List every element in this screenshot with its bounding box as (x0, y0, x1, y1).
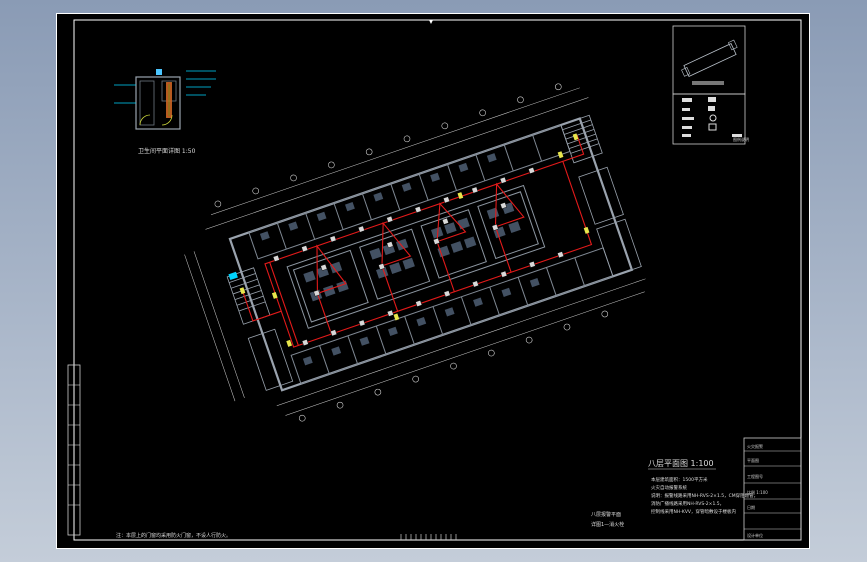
top-center-mark (429, 20, 433, 24)
title-block-row-5: 日期 (747, 504, 755, 510)
footer-line-1: 八层报警平面 (591, 511, 621, 518)
note-line-1: 本层建筑面积：1500平方米 (651, 476, 708, 483)
footer-line-2: 详图1—消火栓 (591, 521, 624, 528)
bottom-dimension-chain (276, 278, 646, 416)
top-axis-bubbles (214, 83, 562, 208)
title-block-row-2: 平面图 (747, 457, 759, 463)
plan-title: 八层平面图 1:100 (648, 459, 714, 468)
note-line-5: 控制线采用NH-KVV，穿管暗敷设于楼板内 (651, 508, 736, 515)
stair-core-east (560, 114, 642, 277)
north-rooms (248, 124, 571, 260)
title-block: 火灾报警 平面图 工程图号 比例 1:100 日期 设计单位 (743, 437, 802, 541)
bottom-axis-bubbles (298, 310, 609, 422)
legend-row-3 (682, 114, 717, 122)
title-block-row-6: 设计单位 (747, 532, 763, 538)
floor-plan (184, 83, 646, 422)
plan-notes: 本层建筑面积：1500平方米 火灾自动报警系统 说明：报警线路采用NH-RVS-… (651, 476, 758, 515)
floor-plan-drawing: 火灾报警 平面图 工程图号 比例 1:100 日期 设计单位 卫生间平面详图 1… (56, 13, 810, 549)
legend-row-4 (682, 123, 717, 131)
legend-key-title: 图例说明 (733, 136, 749, 142)
note-line-4: 消防广播线路采用NH-RVS-2×1.5， (651, 500, 724, 507)
key-plan (672, 25, 746, 95)
bottom-scale-ticks (400, 534, 457, 540)
fire-panel (228, 271, 238, 281)
title-block-row-1: 火灾报警 (747, 443, 763, 449)
note-line-3: 说明：报警线路采用NH-RVS-2×1.5，CM穿阻燃管， (651, 492, 758, 499)
bottom-note: 注：本层上的门窗均采用防火门窗，不设人行防火。 (116, 532, 231, 539)
note-line-2: 火灾自动报警系统 (651, 484, 687, 491)
top-dimension-chain (205, 87, 589, 230)
legend-row-2 (682, 106, 715, 111)
legend-row-1 (682, 97, 716, 102)
title-block-row-3: 工程图号 (747, 473, 763, 479)
inset-scale-label: 卫生间平面详图 1:50 (138, 147, 196, 155)
bathroom-detail-inset: 卫生间平面详图 1:50 (114, 69, 216, 155)
cad-viewport[interactable]: 火灾报警 平面图 工程图号 比例 1:100 日期 设计单位 卫生间平面详图 1… (56, 13, 810, 549)
